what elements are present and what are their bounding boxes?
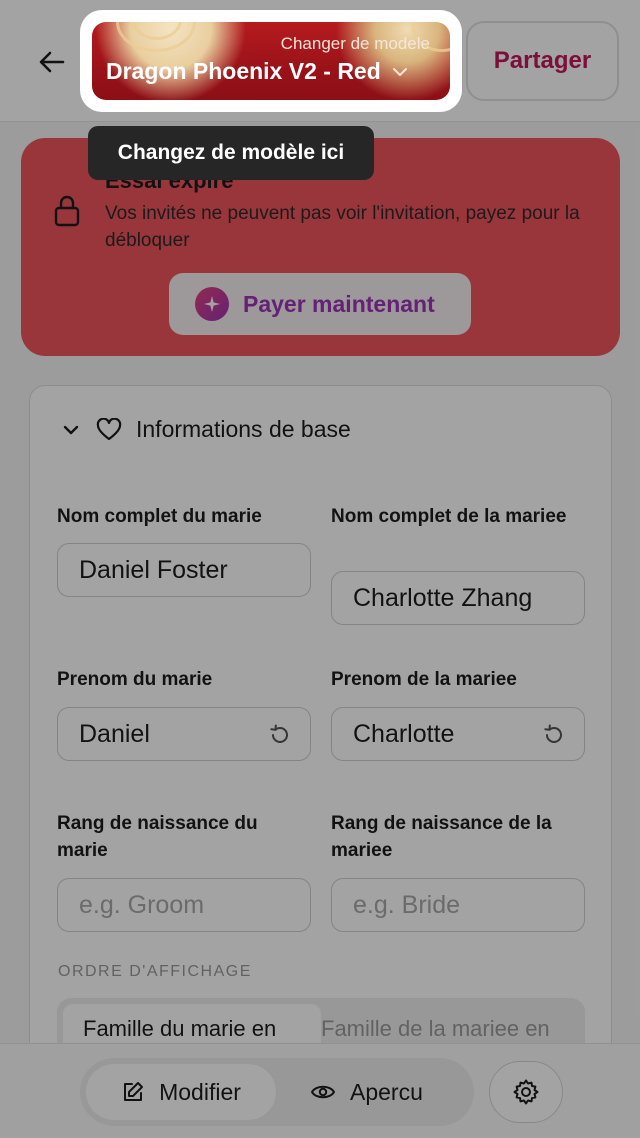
onboarding-tooltip: Changez de modèle ici — [88, 126, 374, 180]
chevron-down-icon — [392, 67, 407, 76]
template-picker[interactable]: Changer de modele Dragon Phoenix V2 - Re… — [80, 10, 462, 112]
template-preview: Changer de modele Dragon Phoenix V2 - Re… — [92, 22, 450, 100]
template-name-text: Dragon Phoenix V2 - Red — [106, 58, 381, 84]
change-template-hint: Changer de modele — [280, 34, 430, 53]
template-name: Dragon Phoenix V2 - Red — [106, 58, 409, 85]
